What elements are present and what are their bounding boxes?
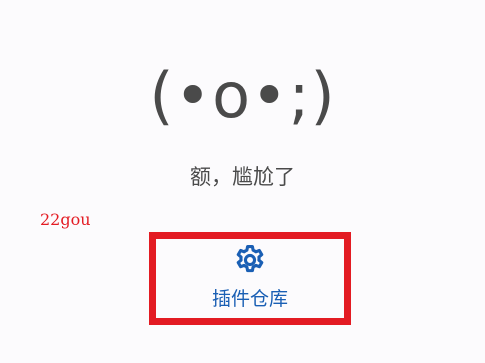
plugin-store-label: 插件仓库 — [211, 288, 288, 310]
emoticon: (•o•;) — [149, 59, 336, 132]
plugin-store-button[interactable]: 插件仓库 — [156, 239, 344, 318]
empty-state-page: (•o•;) 额，尴尬了 22gou 插件仓库 — [0, 0, 485, 363]
empty-message: 额，尴尬了 — [190, 165, 295, 189]
gear-icon — [236, 244, 264, 273]
watermark-text: 22gou — [40, 210, 91, 229]
